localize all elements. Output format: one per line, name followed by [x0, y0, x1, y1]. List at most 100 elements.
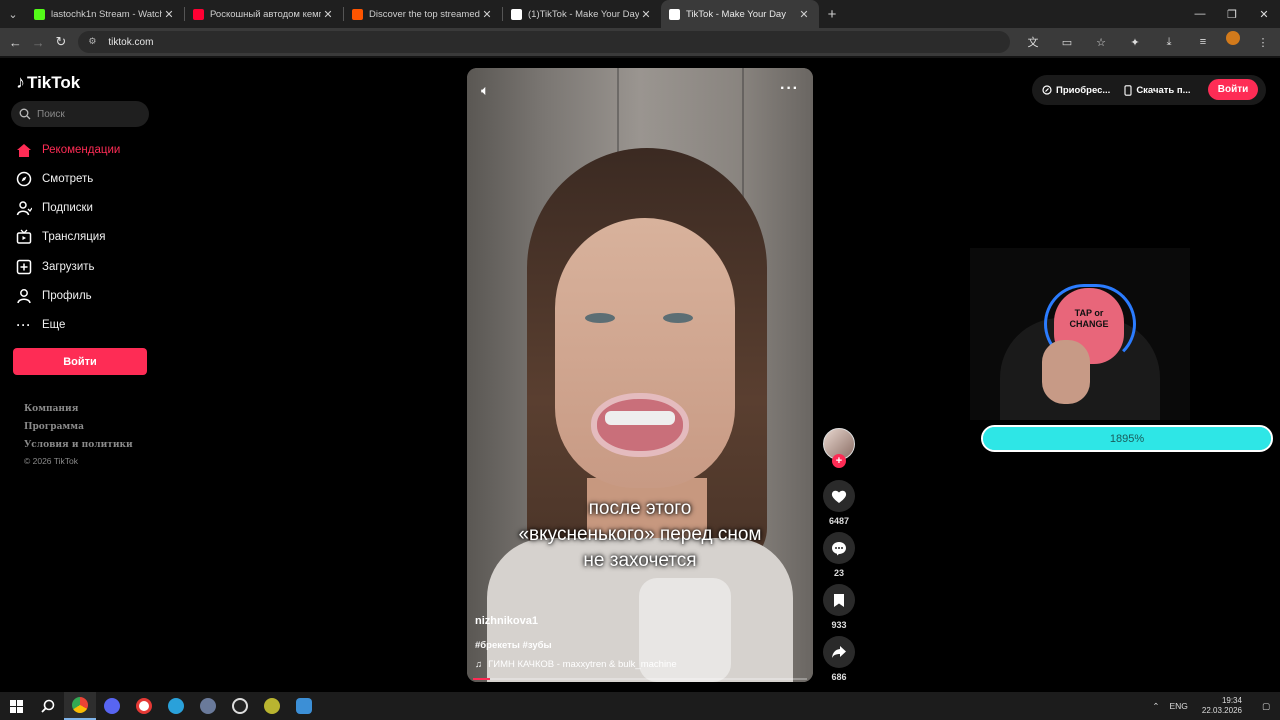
- goal-progress-text: 1895%: [1109, 432, 1145, 445]
- bookmark-icon: [834, 593, 844, 607]
- close-tab-icon[interactable]: ✕: [162, 8, 176, 21]
- address-bar[interactable]: ⚙ tiktok.com: [78, 31, 1010, 53]
- browser-tab[interactable]: lastochk1n Stream - Watch Live✕: [26, 0, 184, 28]
- sidebar-item-more[interactable]: ··· Еще: [14, 316, 66, 334]
- taskbar-app[interactable]: [256, 692, 288, 720]
- reload-icon[interactable]: ↻: [50, 30, 73, 54]
- minimize-icon[interactable]: —: [1184, 0, 1216, 28]
- save-count: 933: [831, 620, 847, 630]
- taskbar-app[interactable]: [288, 692, 320, 720]
- back-icon[interactable]: ←: [4, 30, 27, 54]
- tab-title: (1)TikTok - Make Your Day: [528, 8, 639, 20]
- taskbar-discord[interactable]: [96, 692, 128, 720]
- get-coins-button[interactable]: Приобрес...: [1042, 85, 1110, 96]
- clock-time: 19:34: [1221, 696, 1242, 705]
- webcam-overlay: TAP or CHANGE: [970, 248, 1190, 420]
- taskbar-telegram[interactable]: [160, 692, 192, 720]
- phone-icon: [1124, 84, 1132, 96]
- footer-link-company[interactable]: Компания: [24, 404, 78, 414]
- comment-button[interactable]: [823, 532, 855, 564]
- sidebar-item-watch[interactable]: Смотреть: [14, 170, 93, 188]
- home-icon: [14, 141, 34, 159]
- close-tab-icon[interactable]: ✕: [797, 8, 811, 21]
- close-tab-icon[interactable]: ✕: [321, 8, 335, 21]
- sidebar-item-profile[interactable]: Профиль: [14, 287, 92, 305]
- sidebar-item-recommendations[interactable]: Рекомендации: [14, 141, 120, 159]
- sidebar-item-label: Еще: [42, 319, 66, 331]
- tray-chevron-icon[interactable]: ⌃: [1152, 701, 1159, 712]
- browser-tab[interactable]: TikTok - Make Your Day ✕: [661, 0, 819, 28]
- tiktok-icon: [511, 8, 522, 20]
- sidebar-item-label: Смотреть: [42, 173, 94, 185]
- sidebar-item-label: Загрузить: [42, 261, 95, 273]
- video-music[interactable]: ♫ ГИМН КАЧКОВ - maxxytren & bulk_machine: [475, 659, 677, 670]
- search-input[interactable]: Поиск: [11, 101, 149, 127]
- share-button[interactable]: [823, 636, 855, 668]
- volume-icon[interactable]: 🔈︎: [481, 82, 489, 99]
- follow-plus-icon[interactable]: +: [832, 454, 846, 468]
- sidebar-item-upload[interactable]: Загрузить: [14, 258, 95, 276]
- start-button[interactable]: [0, 692, 32, 720]
- language-indicator[interactable]: ENG: [1170, 701, 1188, 711]
- sidebar-item-live[interactable]: Трансляция: [14, 228, 105, 246]
- clock[interactable]: 19:34 22.03.2026: [1202, 696, 1242, 716]
- tab-strip: lastochk1n Stream - Watch Live✕Роскошный…: [26, 0, 819, 28]
- new-tab-button[interactable]: +: [819, 0, 845, 28]
- taskbar-chrome[interactable]: [64, 692, 96, 720]
- browser-menu-icon[interactable]: ⋮: [1252, 31, 1274, 53]
- header-login-button[interactable]: Войти: [1208, 79, 1258, 100]
- restore-icon[interactable]: ❐: [1216, 0, 1248, 28]
- video-player[interactable]: 🔈︎ ··· после этого «вкусненького» перед …: [467, 68, 813, 682]
- close-tab-icon[interactable]: ✕: [480, 8, 494, 21]
- tiktok-icon: [669, 8, 680, 20]
- profile-avatar[interactable]: [1226, 31, 1240, 45]
- forward-icon[interactable]: →: [27, 30, 50, 54]
- footer-link-terms[interactable]: Условия и политики: [24, 440, 133, 450]
- taskbar-app[interactable]: [192, 692, 224, 720]
- sidebar-item-label: Рекомендации: [42, 144, 121, 156]
- youtube-icon: [193, 8, 204, 20]
- caption-line: после этого: [588, 498, 692, 519]
- extensions-icon[interactable]: ✦: [1124, 31, 1146, 53]
- browser-tab[interactable]: Роскошный автодом кемп ✕: [185, 0, 343, 28]
- translate-icon[interactable]: 文: [1022, 31, 1044, 53]
- footer-link-program[interactable]: Программа: [24, 422, 84, 432]
- video-caption: после этого «вкусненького» перед сном не…: [467, 496, 813, 574]
- taskbar-search-button[interactable]: [32, 692, 64, 720]
- bookmark-star-icon[interactable]: ☆: [1090, 31, 1112, 53]
- close-tab-icon[interactable]: ✕: [639, 8, 653, 21]
- app-icon: [264, 698, 280, 714]
- discord-icon: [104, 698, 120, 714]
- sidebar-item-following[interactable]: Подписки: [14, 199, 93, 217]
- download-app-button[interactable]: Скачать п...: [1124, 84, 1191, 96]
- url-text: tiktok.com: [108, 36, 154, 48]
- save-button[interactable]: [823, 584, 855, 616]
- close-window-icon[interactable]: ✕: [1248, 0, 1280, 28]
- live-icon: [14, 228, 34, 246]
- media-icon[interactable]: ≡: [1192, 31, 1214, 53]
- tiktok-logo[interactable]: ♪ TikTok: [16, 72, 80, 93]
- tab-title: TikTok - Make Your Day: [686, 8, 786, 20]
- cast-icon[interactable]: ▭: [1056, 31, 1078, 53]
- video-progress-bar[interactable]: [473, 678, 807, 680]
- sidebar-login-button[interactable]: Войти: [13, 348, 147, 375]
- taskbar-obs[interactable]: [224, 692, 256, 720]
- tab-search-icon[interactable]: ⌄: [0, 0, 26, 28]
- browser-toolbar: ← → ↻ ⚙ tiktok.com 文 ▭ ☆ ✦ ⤓ ≡ ⋮: [0, 28, 1280, 56]
- more-options-icon[interactable]: ···: [780, 80, 799, 98]
- browser-tab[interactable]: Discover the top streamed mu✕: [344, 0, 502, 28]
- video-hashtags[interactable]: #брекеты #зубы: [475, 640, 552, 651]
- browser-tab[interactable]: (1)TikTok - Make Your Day ✕: [503, 0, 661, 28]
- like-button[interactable]: [823, 480, 855, 512]
- downloads-icon[interactable]: ⤓: [1158, 31, 1180, 53]
- notifications-icon[interactable]: ▢: [1262, 701, 1270, 712]
- tab-title: Discover the top streamed mu: [369, 8, 480, 20]
- video-author[interactable]: nizhnikova1: [475, 615, 538, 627]
- search-icon: [41, 699, 55, 713]
- search-placeholder: Поиск: [37, 108, 65, 120]
- like-count: 6487: [828, 516, 850, 526]
- taskbar-yandex[interactable]: [128, 692, 160, 720]
- site-info-icon[interactable]: ⚙: [88, 36, 100, 48]
- caption-line: «вкусненького» перед сном: [518, 524, 762, 545]
- tab-title: Роскошный автодом кемп: [210, 8, 321, 20]
